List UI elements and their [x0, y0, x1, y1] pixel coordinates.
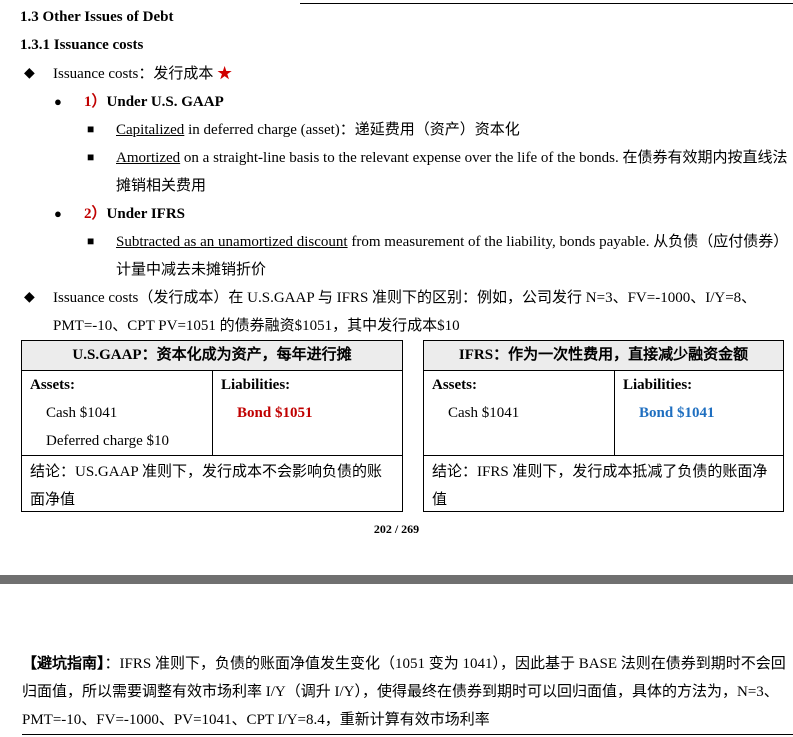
ifrs-liab-bond: Bond $1041 — [639, 405, 715, 421]
gaap-asset-cash: Cash $1041 — [46, 405, 118, 421]
ifrs-heading: 2）Under IFRS — [84, 200, 185, 228]
gaap-table-header: U.S.GAAP：资本化成为资产，每年进行摊 — [22, 341, 402, 371]
ifrs-table-header: IFRS：作为一次性费用，直接减少融资金额 — [424, 341, 783, 371]
capitalized-desc: in deferred charge (asset)：递延费用（资产）资本化 — [184, 122, 520, 138]
section-subtitle: 1.3.1 Issuance costs — [20, 37, 144, 53]
tip-paragraph: 【避坑指南】：IFRS 准则下，负债的账面净值发生变化（1051 变为 1041… — [22, 650, 786, 734]
ifrs-assets-col: Assets: Cash $1041 — [424, 371, 614, 455]
gaap-liab-col: Liabilities: Bond $1051 — [212, 371, 402, 455]
gaap-item-capitalized: Capitalized in deferred charge (asset)：递… — [116, 116, 520, 144]
difference-text: Issuance costs（发行成本）在 U.S.GAAP 与 IFRS 准则… — [53, 290, 757, 334]
tip-text: ：IFRS 准则下，负债的账面净值发生变化（1051 变为 1041），因此基于… — [22, 656, 786, 728]
gaap-conclusion: 结论：US.GAAP 准则下，发行成本不会影响负债的账面净值 — [30, 464, 382, 508]
ifrs-number: 2） — [84, 206, 107, 222]
square-bullet-icon: ■ — [87, 122, 95, 136]
ifrs-liab-col: Liabilities: Bond $1041 — [614, 371, 783, 455]
bottom-rule — [22, 734, 793, 735]
dot-bullet-icon: ● — [54, 206, 62, 221]
page-break-bar — [0, 575, 793, 584]
ifrs-table: IFRS：作为一次性费用，直接减少融资金额 Assets: Cash $1041… — [423, 340, 784, 512]
gaap-item-amortized: Amortized on a straight-line basis to th… — [116, 144, 788, 200]
square-bullet-icon: ■ — [87, 150, 95, 164]
ifrs-asset-cash: Cash $1041 — [448, 405, 520, 421]
page-number: 202 / 269 — [373, 522, 420, 536]
amortized-desc: on a straight-line basis to the relevant… — [116, 150, 788, 194]
gaap-title: Under U.S. GAAP — [106, 94, 224, 110]
gaap-asset-deferred: Deferred charge $10 — [46, 433, 169, 449]
square-bullet-icon: ■ — [87, 234, 95, 248]
gaap-assets-col: Assets: Cash $1041 Deferred charge $10 — [22, 371, 212, 455]
diamond-bullet-icon: ◆ — [24, 290, 35, 305]
gaap-liab-label: Liabilities: — [221, 377, 291, 393]
amortized-term: Amortized — [116, 150, 181, 166]
ifrs-title: Under IFRS — [106, 206, 186, 222]
dot-bullet-icon: ● — [54, 94, 62, 109]
ifrs-conclusion: 结论：IFRS 准则下，发行成本抵减了负债的账面净值 — [432, 464, 768, 508]
section-title: 1.3 Other Issues of Debt — [20, 9, 174, 25]
ifrs-liab-label: Liabilities: — [623, 377, 693, 393]
gaap-heading: 1）Under U.S. GAAP — [84, 88, 224, 116]
gaap-number: 1） — [84, 94, 107, 110]
ifrs-assets-label: Assets: — [432, 377, 477, 393]
gaap-table: U.S.GAAP：资本化成为资产，每年进行摊 Assets: Cash $104… — [21, 340, 403, 512]
issuance-label: Issuance costs：发行成本 — [53, 66, 214, 82]
diamond-bullet-icon: ◆ — [24, 66, 35, 81]
capitalized-term: Capitalized — [116, 122, 185, 138]
gaap-assets-label: Assets: — [30, 377, 75, 393]
gaap-table-body: Assets: Cash $1041 Deferred charge $10 L… — [22, 371, 402, 456]
subtracted-term: Subtracted as an unamortized discount — [116, 234, 348, 250]
star-icon: ★ — [217, 66, 233, 82]
ifrs-table-body: Assets: Cash $1041 Liabilities: Bond $10… — [424, 371, 783, 456]
ifrs-item-subtracted: Subtracted as an unamortized discount fr… — [116, 228, 788, 284]
top-rule — [300, 3, 793, 4]
issuance-costs-line: Issuance costs：发行成本 ★ — [53, 60, 232, 88]
gaap-liab-bond: Bond $1051 — [237, 405, 313, 421]
tip-label: 【避坑指南】 — [22, 656, 105, 672]
